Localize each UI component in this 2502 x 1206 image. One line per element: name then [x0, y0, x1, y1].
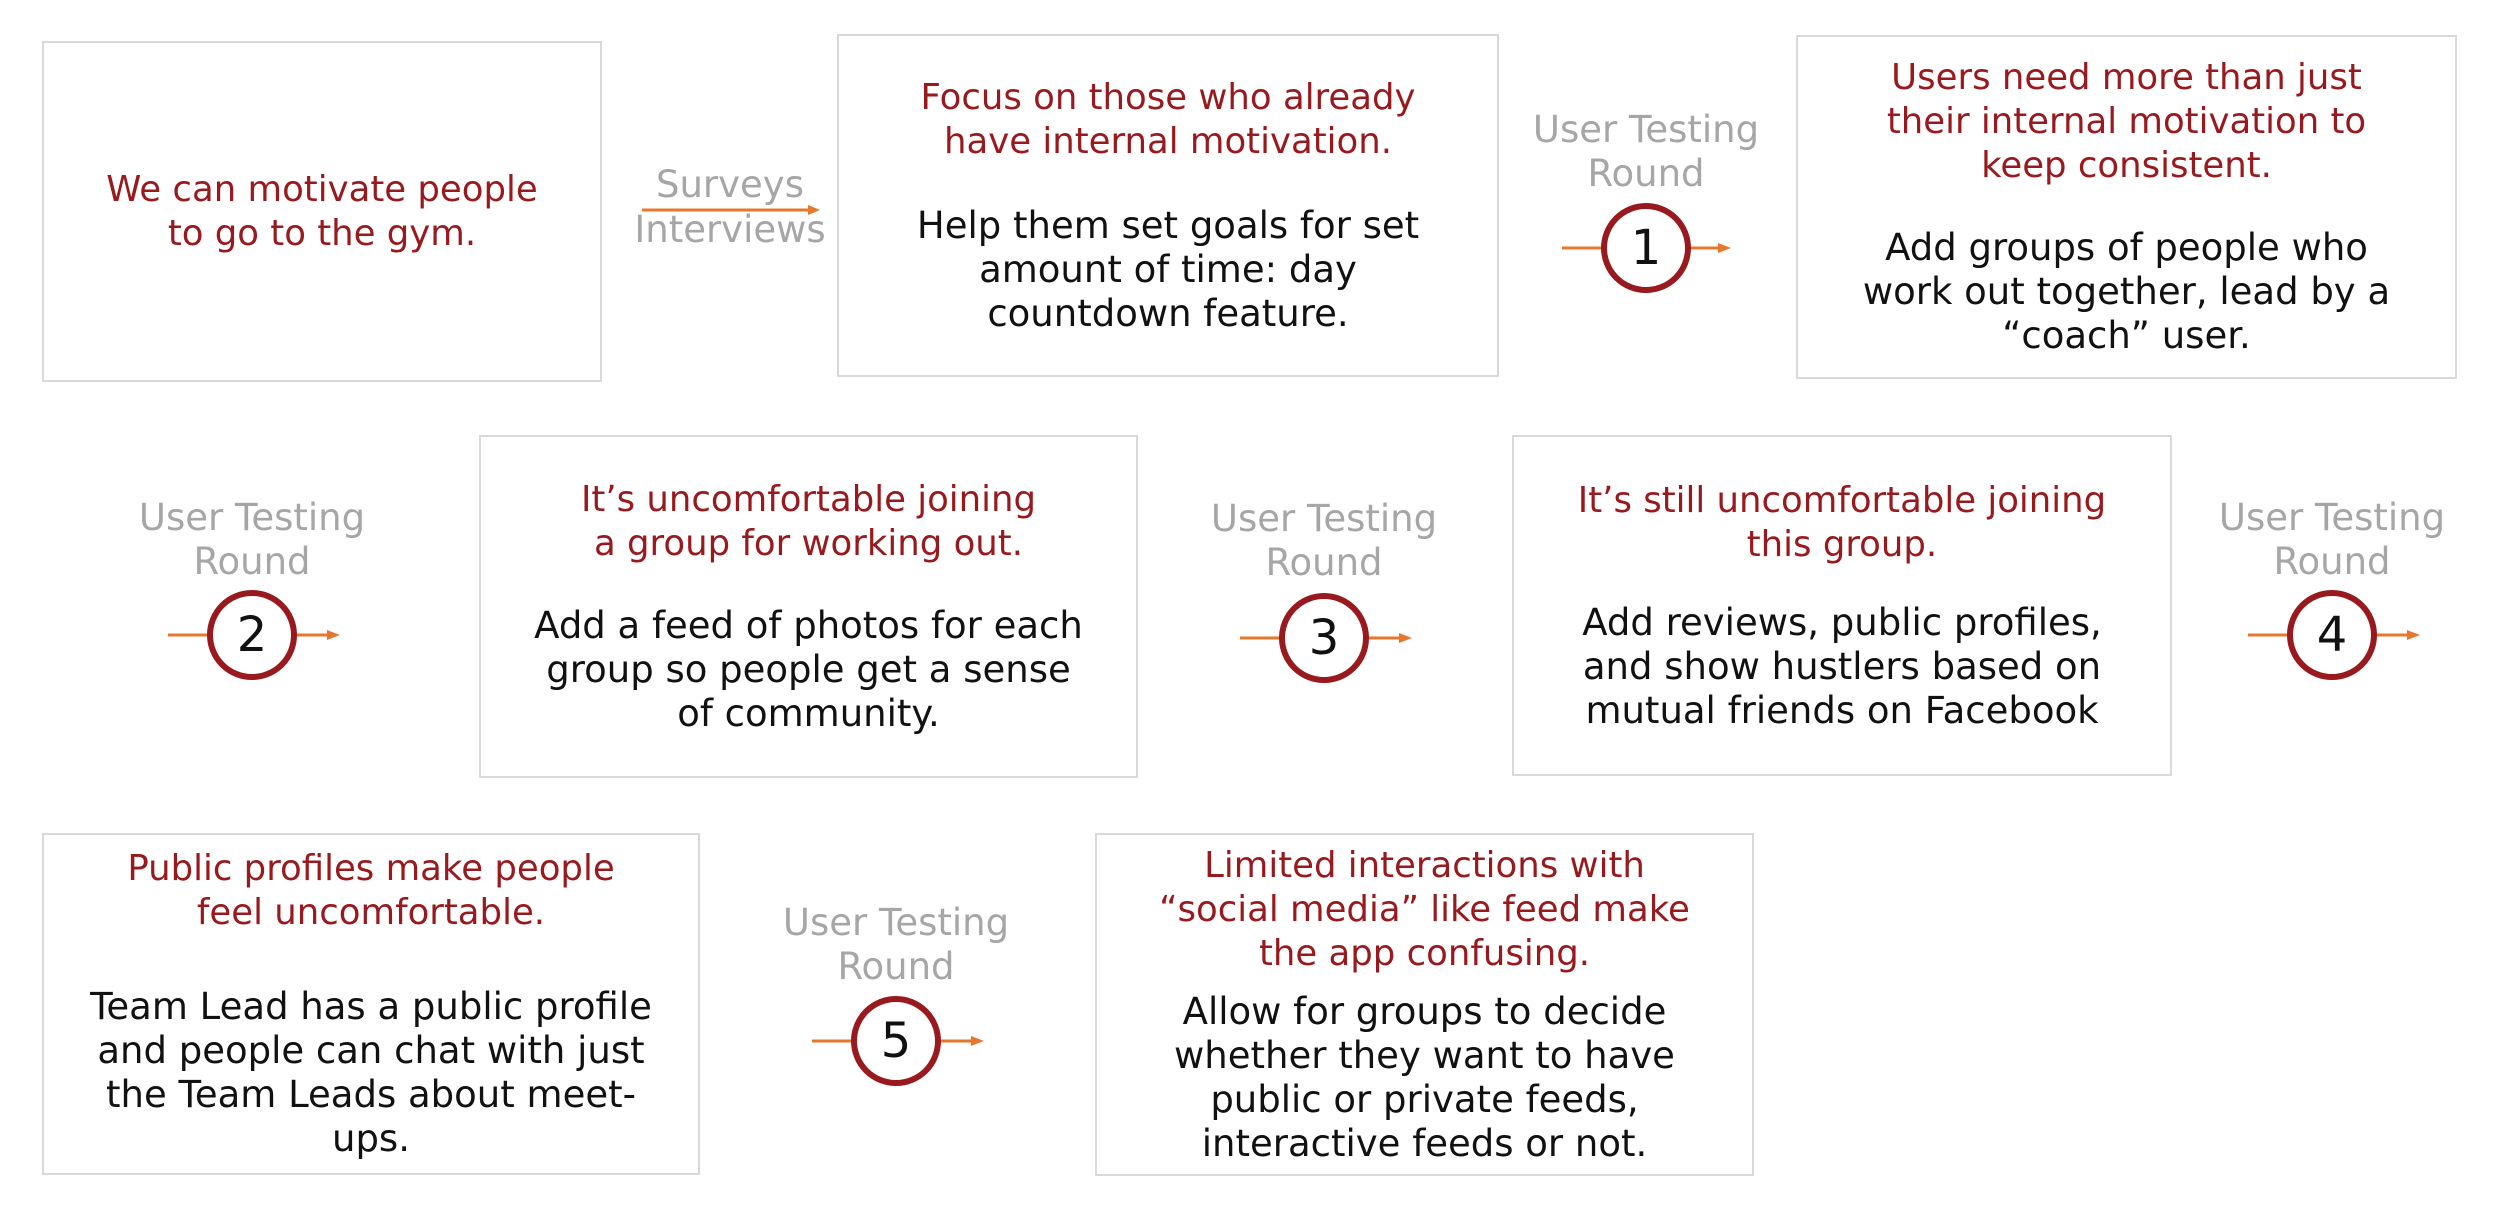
round-3-label-line2: Round [1265, 541, 1383, 584]
finding-title: It’s still uncomfortable joining this gr… [1577, 479, 2107, 565]
round-4-label-line2: Round [2273, 540, 2391, 583]
round-3-label-line1: User Testing [1210, 497, 1438, 540]
solution-text: Add a feed of photos for each group so p… [534, 603, 1083, 735]
solution-text: Add reviews, public profiles, and show h… [1582, 600, 2102, 732]
finding-box-4: It’s still uncomfortable joining this gr… [1512, 435, 2172, 776]
finding-box-1: Focus on those who already have internal… [837, 34, 1499, 377]
round-4-label-line1: User Testing [2218, 496, 2446, 539]
round-5-label-line2: Round [837, 945, 955, 988]
finding-title: Public profiles make people feel uncomfo… [127, 848, 615, 933]
solution-text: Allow for groups to decide whether they … [1174, 989, 1675, 1165]
round-2-label-line1: User Testing [138, 496, 366, 539]
finding-title: Users need more than just their internal… [1886, 57, 2367, 186]
finding-box-6: Limited interactions with “social media”… [1095, 833, 1754, 1176]
finding-title: Focus on those who already have internal… [920, 76, 1416, 162]
surveys-arrow [642, 205, 820, 215]
finding-title: It’s uncomfortable joining a group for w… [580, 478, 1037, 564]
start-box: We can motivate people to go to the gym. [42, 41, 602, 382]
round-1-badge: 1 [1601, 203, 1691, 293]
finding-box-2: Users need more than just their internal… [1796, 35, 2457, 379]
round-5-badge: 5 [851, 996, 941, 1086]
round-2-label-line2: Round [193, 540, 311, 583]
round-4-badge: 4 [2287, 590, 2377, 680]
finding-box-3: It’s uncomfortable joining a group for w… [479, 435, 1138, 778]
finding-title: Limited interactions with “social media”… [1159, 844, 1690, 974]
finding-box-5: Public profiles make people feel uncomfo… [42, 833, 700, 1175]
solution-text: Add groups of people who work out togeth… [1862, 226, 2391, 357]
round-1-label-line2: Round [1587, 152, 1705, 195]
round-2-badge: 2 [207, 590, 297, 680]
solution-text: Team Lead has a public profile and peopl… [90, 985, 652, 1160]
round-5-label-line1: User Testing [782, 901, 1010, 944]
start-text: We can motivate people to go to the gym. [106, 168, 538, 254]
solution-text: Help them set goals for set amount of ti… [916, 203, 1420, 335]
round-1-label-line1: User Testing [1532, 108, 1760, 151]
round-3-badge: 3 [1279, 593, 1369, 683]
